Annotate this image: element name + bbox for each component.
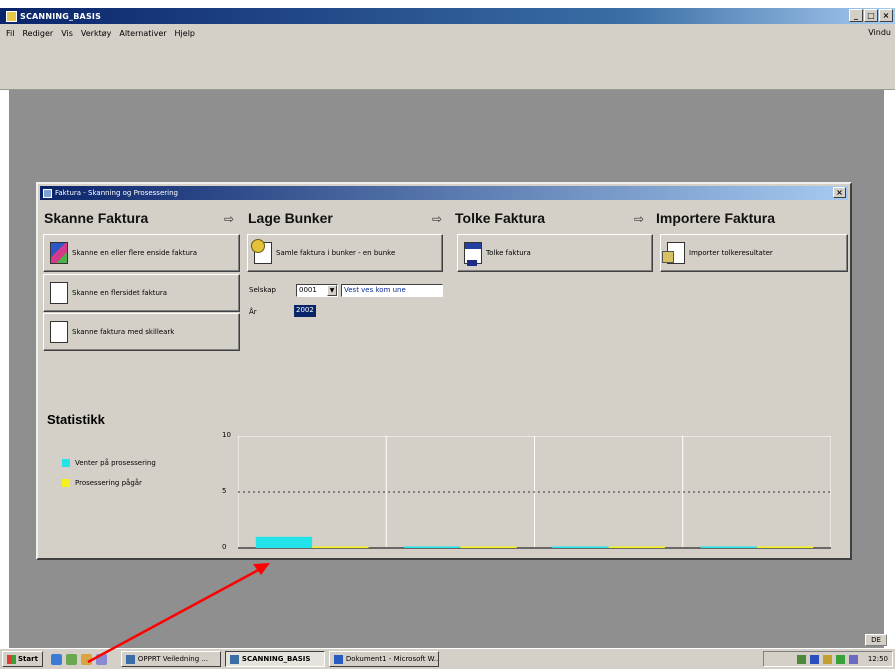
legend-item: Prosessering pågår xyxy=(62,479,142,487)
interpret-icon xyxy=(464,242,482,266)
document-icon xyxy=(50,321,68,343)
taskbar-task-label: OPPRT Veiledning ... xyxy=(137,655,209,663)
dialog-icon xyxy=(43,188,52,198)
skann-flere-button[interactable]: Skanne en eller flere enside faktura xyxy=(43,234,240,272)
legend-swatch xyxy=(62,479,70,487)
chart-bar xyxy=(700,546,757,548)
window-controls: _ □ × xyxy=(849,9,893,22)
arrow-icon: ⇨ xyxy=(224,212,235,226)
skann-flersidet-label: Skanne en flersidet faktura xyxy=(72,289,168,297)
statistics-chart xyxy=(238,436,831,549)
skann-flere-label: Skanne en eller flere enside faktura xyxy=(72,249,198,257)
start-label: Start xyxy=(18,655,38,663)
importer-label: Importer tolkeresultater xyxy=(689,249,773,257)
tray-icon[interactable] xyxy=(835,654,845,664)
document-icon xyxy=(50,282,68,304)
samle-bunke-button[interactable]: Samle faktura i bunker - en bunke xyxy=(247,234,443,272)
media-icon[interactable] xyxy=(95,653,107,665)
menu-bar: Fil Rediger Vis Verktøy Alternativer Hje… xyxy=(0,24,895,42)
samle-bunke-label: Samle faktura i bunker - en bunke xyxy=(276,249,396,257)
menu-vindu[interactable]: Vindu xyxy=(868,28,891,37)
maximize-button[interactable]: □ xyxy=(864,9,878,22)
legend-label: Prosessering pågår xyxy=(75,479,142,487)
skann-skilleark-label: Skanne faktura med skilleark xyxy=(72,328,175,336)
tray-icon[interactable] xyxy=(796,654,806,664)
chevron-down-icon[interactable]: ▼ xyxy=(327,285,337,296)
chart-bar xyxy=(608,546,665,548)
tray-icon[interactable] xyxy=(809,654,819,664)
batch-icon xyxy=(251,239,272,264)
dialog-close-button[interactable]: × xyxy=(833,187,846,198)
selskap-label: Selskap xyxy=(249,286,277,294)
app-title: SCANNING_BASIS xyxy=(20,11,102,21)
menu-rediger[interactable]: Rediger xyxy=(22,29,53,38)
ar-label: År xyxy=(249,308,257,316)
taskbar-task[interactable]: OPPRT Veiledning ... xyxy=(120,651,221,667)
menu-vis[interactable]: Vis xyxy=(61,29,73,38)
menu-hjelp[interactable]: Hjelp xyxy=(175,29,195,38)
app-titlebar: SCANNING_BASIS _ □ × xyxy=(0,8,895,24)
legend-label: Venter på prosessering xyxy=(75,459,156,467)
taskbar-task-active[interactable]: SCANNING_BASIS xyxy=(224,651,325,667)
legend-swatch xyxy=(62,459,70,467)
start-button[interactable]: Start xyxy=(2,651,43,667)
taskbar: Start OPPRT Veiledning ... SCANNING_BASI… xyxy=(0,648,895,669)
selskap-name-field[interactable]: Vest ves kom une xyxy=(341,284,443,297)
system-tray: 12:50 xyxy=(763,651,893,667)
app-icon xyxy=(125,654,135,664)
chart-bar xyxy=(460,546,517,548)
minimize-button[interactable]: _ xyxy=(849,9,863,22)
selskap-select-value: 0001 xyxy=(299,286,317,294)
tray-icon[interactable] xyxy=(848,654,858,664)
statistikk-title: Statistikk xyxy=(47,412,105,427)
chart-y-tick-label: 10 xyxy=(222,431,231,439)
menu-verktoy[interactable]: Verktøy xyxy=(81,29,111,38)
chart-bar xyxy=(255,536,313,548)
dialog-title: Faktura - Skanning og Prosessering xyxy=(55,189,178,197)
quick-launch xyxy=(50,653,107,665)
section-importere-faktura: Importere Faktura xyxy=(656,210,776,226)
taskbar-task-label: Dokument1 - Microsoft W... xyxy=(345,655,439,663)
windows-logo-icon xyxy=(7,654,16,664)
dialog-titlebar: Faktura - Skanning og Prosessering × xyxy=(40,186,848,200)
skann-skilleark-button[interactable]: Skanne faktura med skilleark xyxy=(43,313,240,351)
section-skanne-faktura: Skanne Faktura xyxy=(44,210,149,226)
section-tolke-faktura: Tolke Faktura xyxy=(455,210,545,226)
ar-field[interactable]: 2002 xyxy=(294,305,316,317)
chart-bar xyxy=(312,546,369,548)
section-lage-bunker: Lage Bunker xyxy=(248,210,333,226)
arrow-icon: ⇨ xyxy=(634,212,645,226)
outlook-icon[interactable] xyxy=(65,653,77,665)
scanner-icon xyxy=(50,242,68,264)
tray-icon[interactable] xyxy=(822,654,832,664)
chart-bar xyxy=(552,546,609,548)
close-button[interactable]: × xyxy=(879,9,893,22)
app-icon xyxy=(229,654,239,664)
taskbar-task[interactable]: Dokument1 - Microsoft W... xyxy=(328,651,439,667)
import-icon xyxy=(662,242,685,264)
desktop-icon[interactable] xyxy=(80,653,92,665)
selskap-select[interactable]: 0001 ▼ xyxy=(296,284,338,297)
legend-item: Venter på prosessering xyxy=(62,459,156,467)
importer-button[interactable]: Importer tolkeresultater xyxy=(660,234,848,272)
language-indicator[interactable]: DE xyxy=(865,634,887,646)
chart-y-tick-label: 5 xyxy=(222,487,227,495)
ie-icon[interactable] xyxy=(50,653,62,665)
chart-bar xyxy=(404,546,461,548)
menu-alternativer[interactable]: Alternativer xyxy=(119,29,166,38)
faktura-dialog: Faktura - Skanning og Prosessering × Ska… xyxy=(36,182,852,560)
word-icon xyxy=(333,654,343,664)
clock: 12:50 xyxy=(867,655,888,663)
chart-y-tick-label: 0 xyxy=(222,543,227,551)
taskbar-task-label: SCANNING_BASIS xyxy=(241,655,311,663)
menu-fil[interactable]: Fil xyxy=(6,29,14,38)
toolbar-area xyxy=(0,42,895,90)
app-icon xyxy=(6,10,17,22)
arrow-icon: ⇨ xyxy=(432,212,443,226)
skann-flersidet-button[interactable]: Skanne en flersidet faktura xyxy=(43,274,240,312)
tolke-label: Tolke faktura xyxy=(486,249,531,257)
chart-bar xyxy=(756,546,814,548)
tolke-button[interactable]: Tolke faktura xyxy=(457,234,653,272)
